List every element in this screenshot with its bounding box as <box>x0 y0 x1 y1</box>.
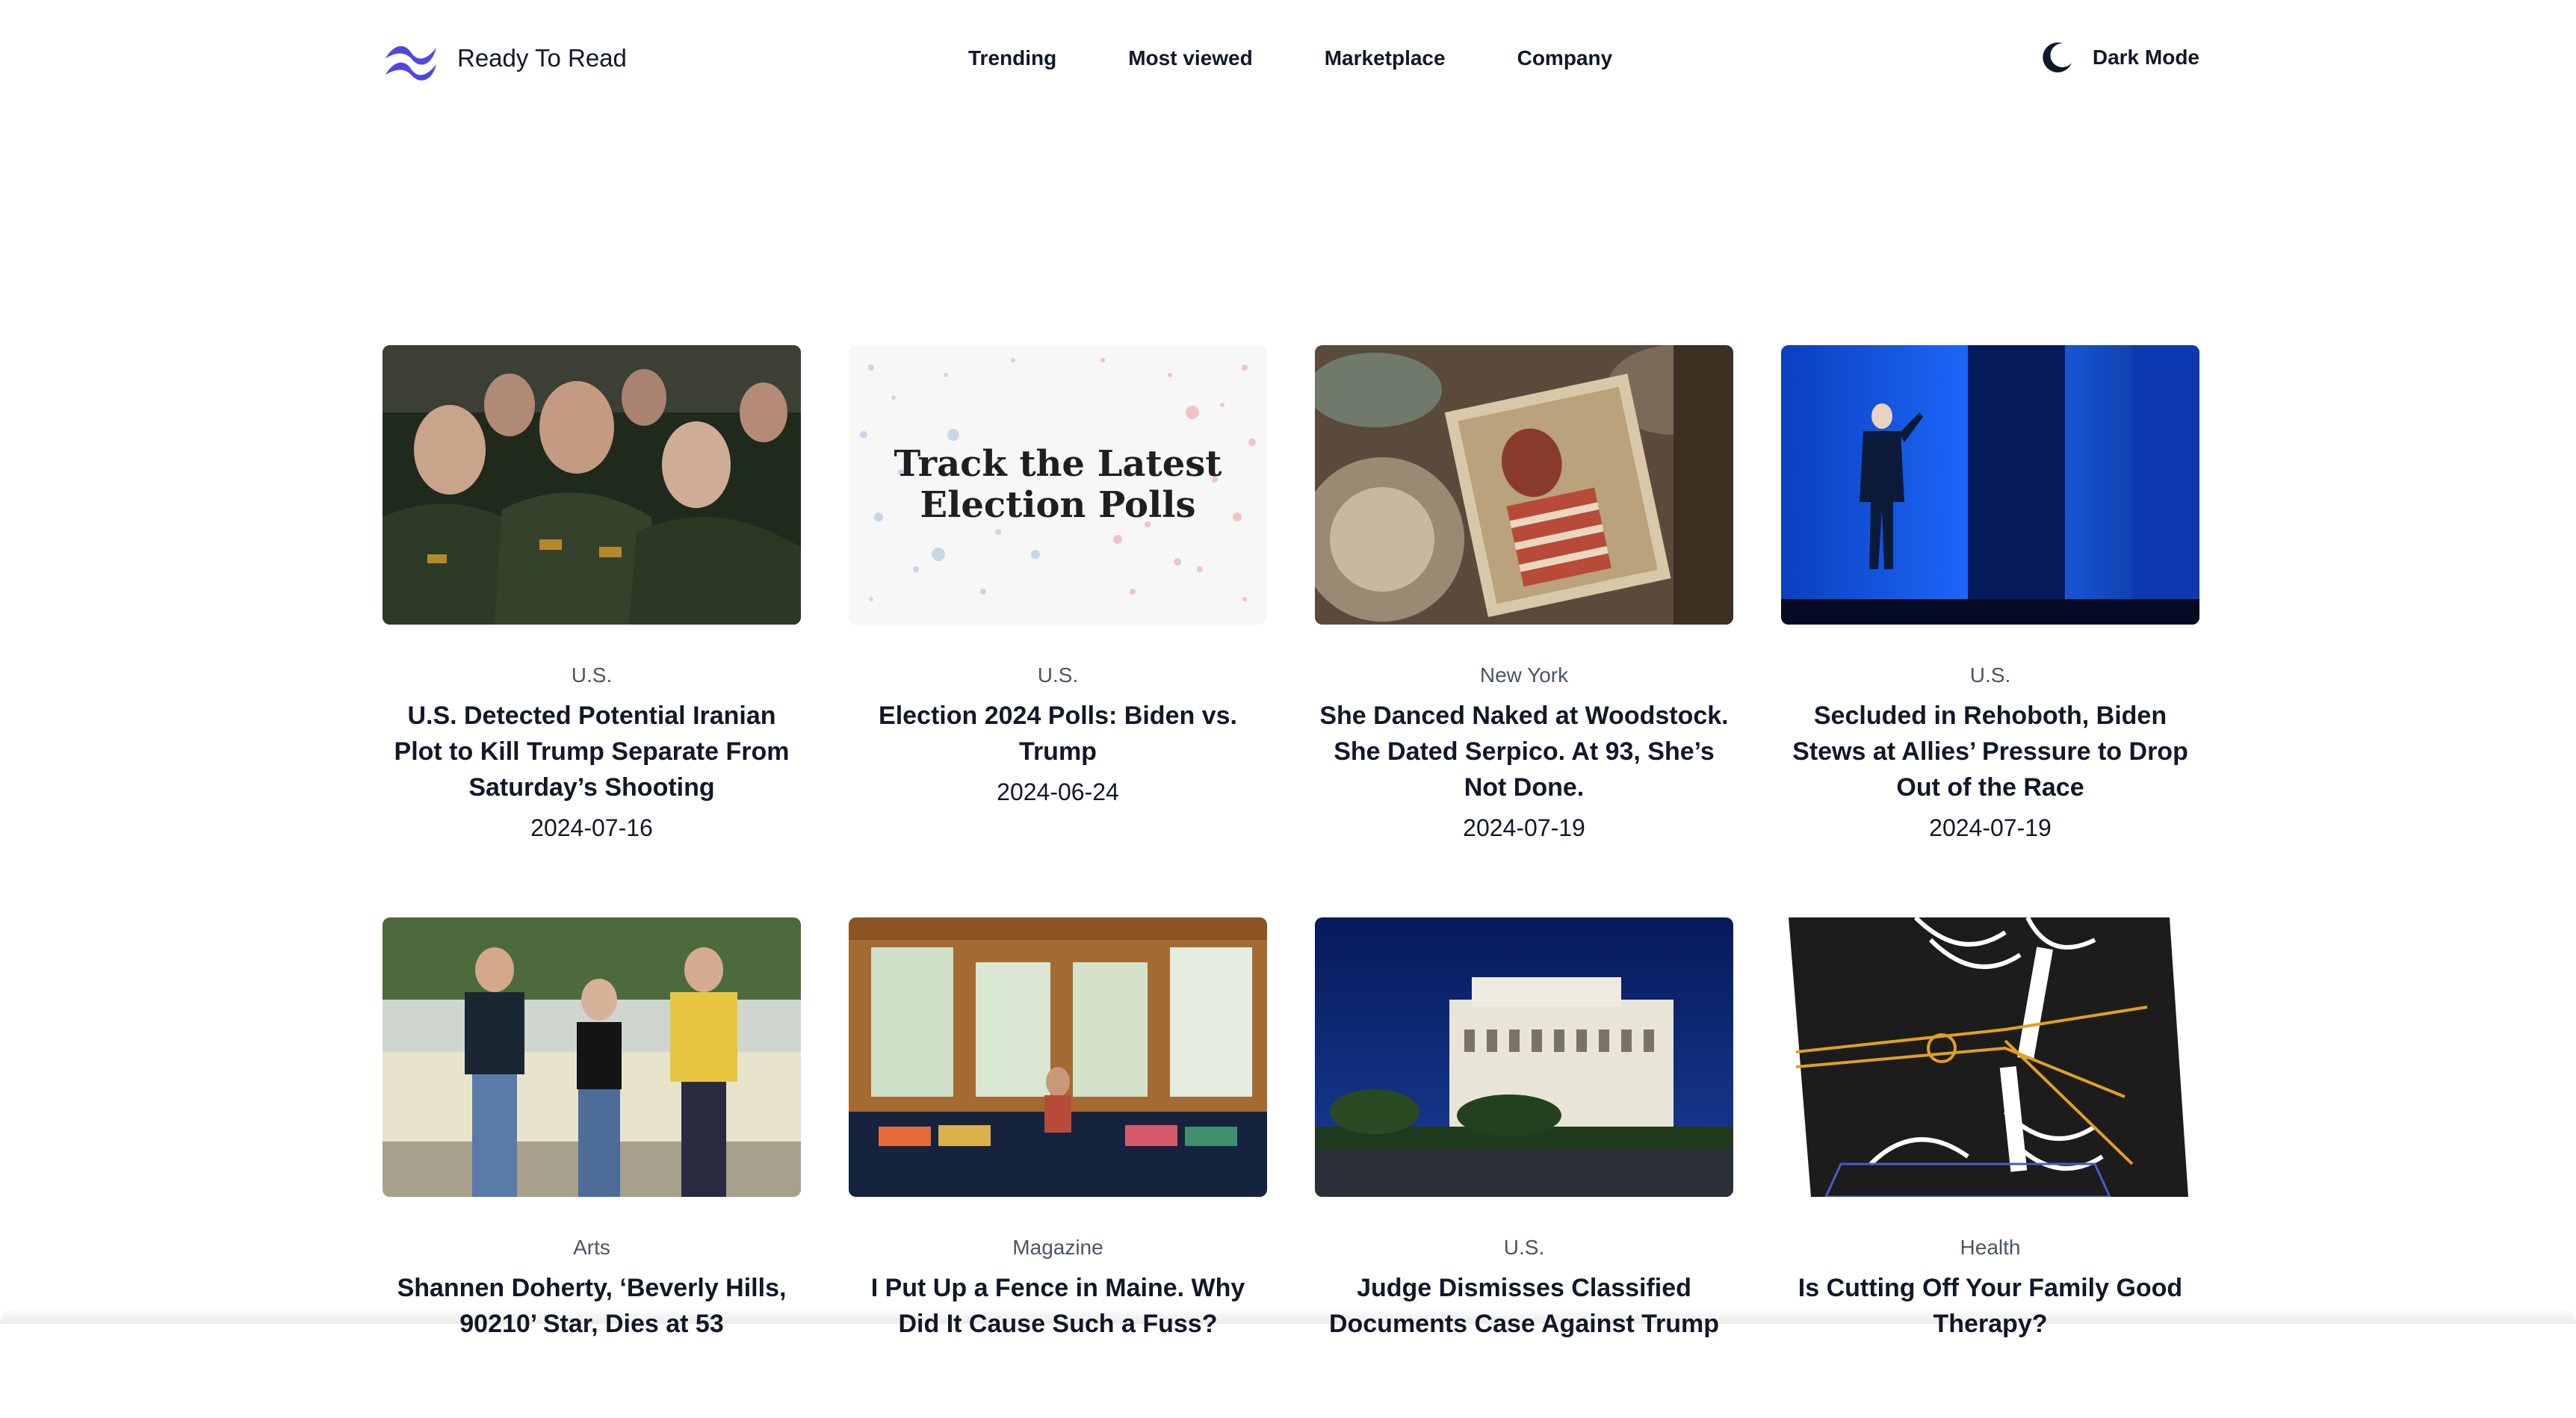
article-category: Arts <box>383 1234 801 1261</box>
polls-graphic-line-2: Election Polls <box>920 484 1196 526</box>
nav-link-most-viewed[interactable]: Most viewed <box>1128 42 1252 75</box>
brand-link[interactable]: Ready To Read <box>383 36 627 81</box>
article-category: U.S. <box>1781 662 2199 689</box>
dark-mode-toggle[interactable]: Dark Mode <box>2040 40 2199 75</box>
top-navbar: Ready To Read Trending Most viewed Marke… <box>0 0 2576 117</box>
military-officers-photo <box>383 345 801 625</box>
election-polls-graphic: Track the Latest Election Polls <box>849 345 1267 625</box>
article-category: U.S. <box>1315 1234 1733 1261</box>
article-date: 2024-06-24 <box>849 775 1267 808</box>
stage-walk-photo <box>1781 345 2199 625</box>
nav-link-trending[interactable]: Trending <box>968 42 1056 75</box>
article-title[interactable]: Secluded in Rehoboth, Biden Stews at All… <box>1781 698 2199 805</box>
viewport-bottom-shadow <box>0 1307 2576 1324</box>
article-title[interactable]: Shannen Doherty, ‘Beverly Hills, 90210’ … <box>383 1270 801 1342</box>
article-title[interactable]: U.S. Detected Potential Iranian Plot to … <box>383 698 801 805</box>
article-card[interactable]: Magazine I Put Up a Fence in Maine. Why … <box>849 917 1267 1418</box>
moon-icon <box>2040 40 2075 75</box>
article-category: Magazine <box>849 1234 1267 1261</box>
article-card[interactable]: Arts Shannen Doherty, ‘Beverly Hills, 90… <box>383 917 801 1418</box>
article-date: 2024-07-16 <box>383 811 801 844</box>
article-date: 2024-07-19 <box>1781 811 2199 844</box>
article-title[interactable]: I Put Up a Fence in Maine. Why Did It Ca… <box>849 1270 1267 1342</box>
nav-link-company[interactable]: Company <box>1517 42 1613 75</box>
article-title[interactable]: Judge Dismisses Classified Documents Cas… <box>1315 1270 1733 1342</box>
article-card[interactable]: U.S. U.S. Detected Potential Iranian Plo… <box>383 345 801 846</box>
article-category: Health <box>1781 1234 2199 1261</box>
wave-logo-icon <box>383 36 439 81</box>
article-category: U.S. <box>383 662 801 689</box>
main-nav: Trending Most viewed Marketplace Company <box>968 42 1612 75</box>
article-card[interactable]: New York She Danced Naked at Woodstock. … <box>1315 345 1733 846</box>
article-card[interactable]: U.S. Secluded in Rehoboth, Biden Stews a… <box>1781 345 2199 846</box>
polls-graphic-line-1: Track the Latest <box>894 443 1222 485</box>
article-category: U.S. <box>849 662 1267 689</box>
article-title[interactable]: Election 2024 Polls: Biden vs. Trump <box>849 698 1267 770</box>
article-date: 2024-07-19 <box>1315 811 1733 844</box>
brand-name: Ready To Read <box>457 44 627 72</box>
vintage-photo-collage <box>1315 345 1733 625</box>
article-category: New York <box>1315 662 1733 689</box>
three-actors-photo <box>383 917 801 1197</box>
courthouse-photo <box>1315 917 1733 1197</box>
sunroom-interior-photo <box>849 917 1267 1197</box>
dark-mode-label: Dark Mode <box>2093 46 2199 69</box>
nav-link-marketplace[interactable]: Marketplace <box>1325 42 1446 75</box>
article-title[interactable]: Is Cutting Off Your Family Good Therapy? <box>1781 1270 2199 1342</box>
article-grid: U.S. U.S. Detected Potential Iranian Plo… <box>383 345 2199 1418</box>
article-card[interactable]: Health Is Cutting Off Your Family Good T… <box>1781 917 2199 1418</box>
article-title[interactable]: She Danced Naked at Woodstock. She Dated… <box>1315 698 1733 805</box>
article-card[interactable]: Track the Latest Election Polls U.S. Ele… <box>849 345 1267 846</box>
article-card[interactable]: U.S. Judge Dismisses Classified Document… <box>1315 917 1733 1418</box>
scissors-illustration <box>1781 917 2199 1197</box>
